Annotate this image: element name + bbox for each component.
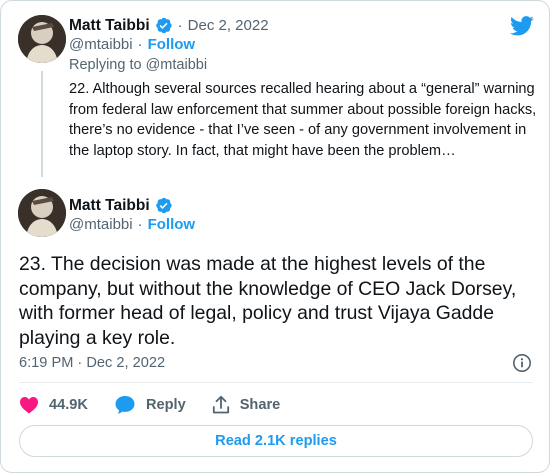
like-count: 44.9K [49, 397, 88, 413]
share-upload-icon [212, 395, 229, 414]
author-handle[interactable]: @mtaibbi [69, 36, 133, 53]
tweet-date[interactable]: Dec 2, 2022 [188, 17, 269, 34]
handle-row: @mtaibbi · Follow [69, 36, 195, 53]
tweet-date[interactable]: Dec 2, 2022 [86, 355, 165, 371]
avatar-photo [18, 15, 66, 63]
separator-dot: · [137, 216, 143, 233]
tweet-embed-card: Matt Taibbi · Dec 2, 2022 @mtaibbi · Fol… [0, 0, 550, 473]
follow-button[interactable]: Follow [148, 216, 196, 233]
follow-button[interactable]: Follow [148, 36, 196, 53]
tweet-actions: 44.9K Reply Share [19, 395, 306, 415]
thread-connector-line [41, 71, 43, 177]
heart-icon [20, 397, 38, 414]
author-name[interactable]: Matt Taibbi [69, 17, 150, 35]
avatar[interactable] [18, 15, 66, 63]
avatar-photo [18, 189, 66, 237]
divider [19, 382, 533, 383]
author-row: Matt Taibbi · Dec 2, 2022 [69, 16, 269, 35]
like-button[interactable]: 44.9K [19, 396, 88, 414]
author-row: Matt Taibbi [69, 196, 173, 215]
twitter-bird-icon[interactable] [510, 16, 534, 36]
separator-dot: · [177, 17, 183, 34]
reply-label: Reply [145, 397, 186, 413]
main-tweet-text: 23. The decision was made at the highest… [19, 253, 517, 349]
handle-row: @mtaibbi · Follow [69, 216, 195, 233]
avatar[interactable] [18, 189, 66, 237]
reply-button[interactable]: Reply [114, 395, 186, 415]
tweet-time[interactable]: 6:19 PM [19, 355, 73, 371]
separator-dot: · [77, 355, 83, 371]
share-button[interactable]: Share [212, 395, 281, 415]
author-name[interactable]: Matt Taibbi [69, 197, 150, 215]
replying-to: Replying to @mtaibbi [69, 57, 207, 73]
replying-handle-link[interactable]: @mtaibbi [146, 57, 207, 73]
info-icon[interactable] [512, 353, 532, 373]
author-handle[interactable]: @mtaibbi [69, 216, 133, 233]
read-replies-button[interactable]: Read 2.1K replies [19, 425, 533, 457]
verified-badge-icon [154, 16, 173, 35]
replying-prefix: Replying to [69, 57, 142, 73]
share-label: Share [239, 397, 281, 413]
tweet-timestamp[interactable]: 6:19 PM · Dec 2, 2022 [19, 355, 165, 371]
speech-bubble-icon [115, 396, 135, 414]
verified-badge-icon [154, 196, 173, 215]
separator-dot: · [137, 36, 143, 53]
reply-tweet-text: 22. Although several sources recalled he… [69, 81, 537, 159]
